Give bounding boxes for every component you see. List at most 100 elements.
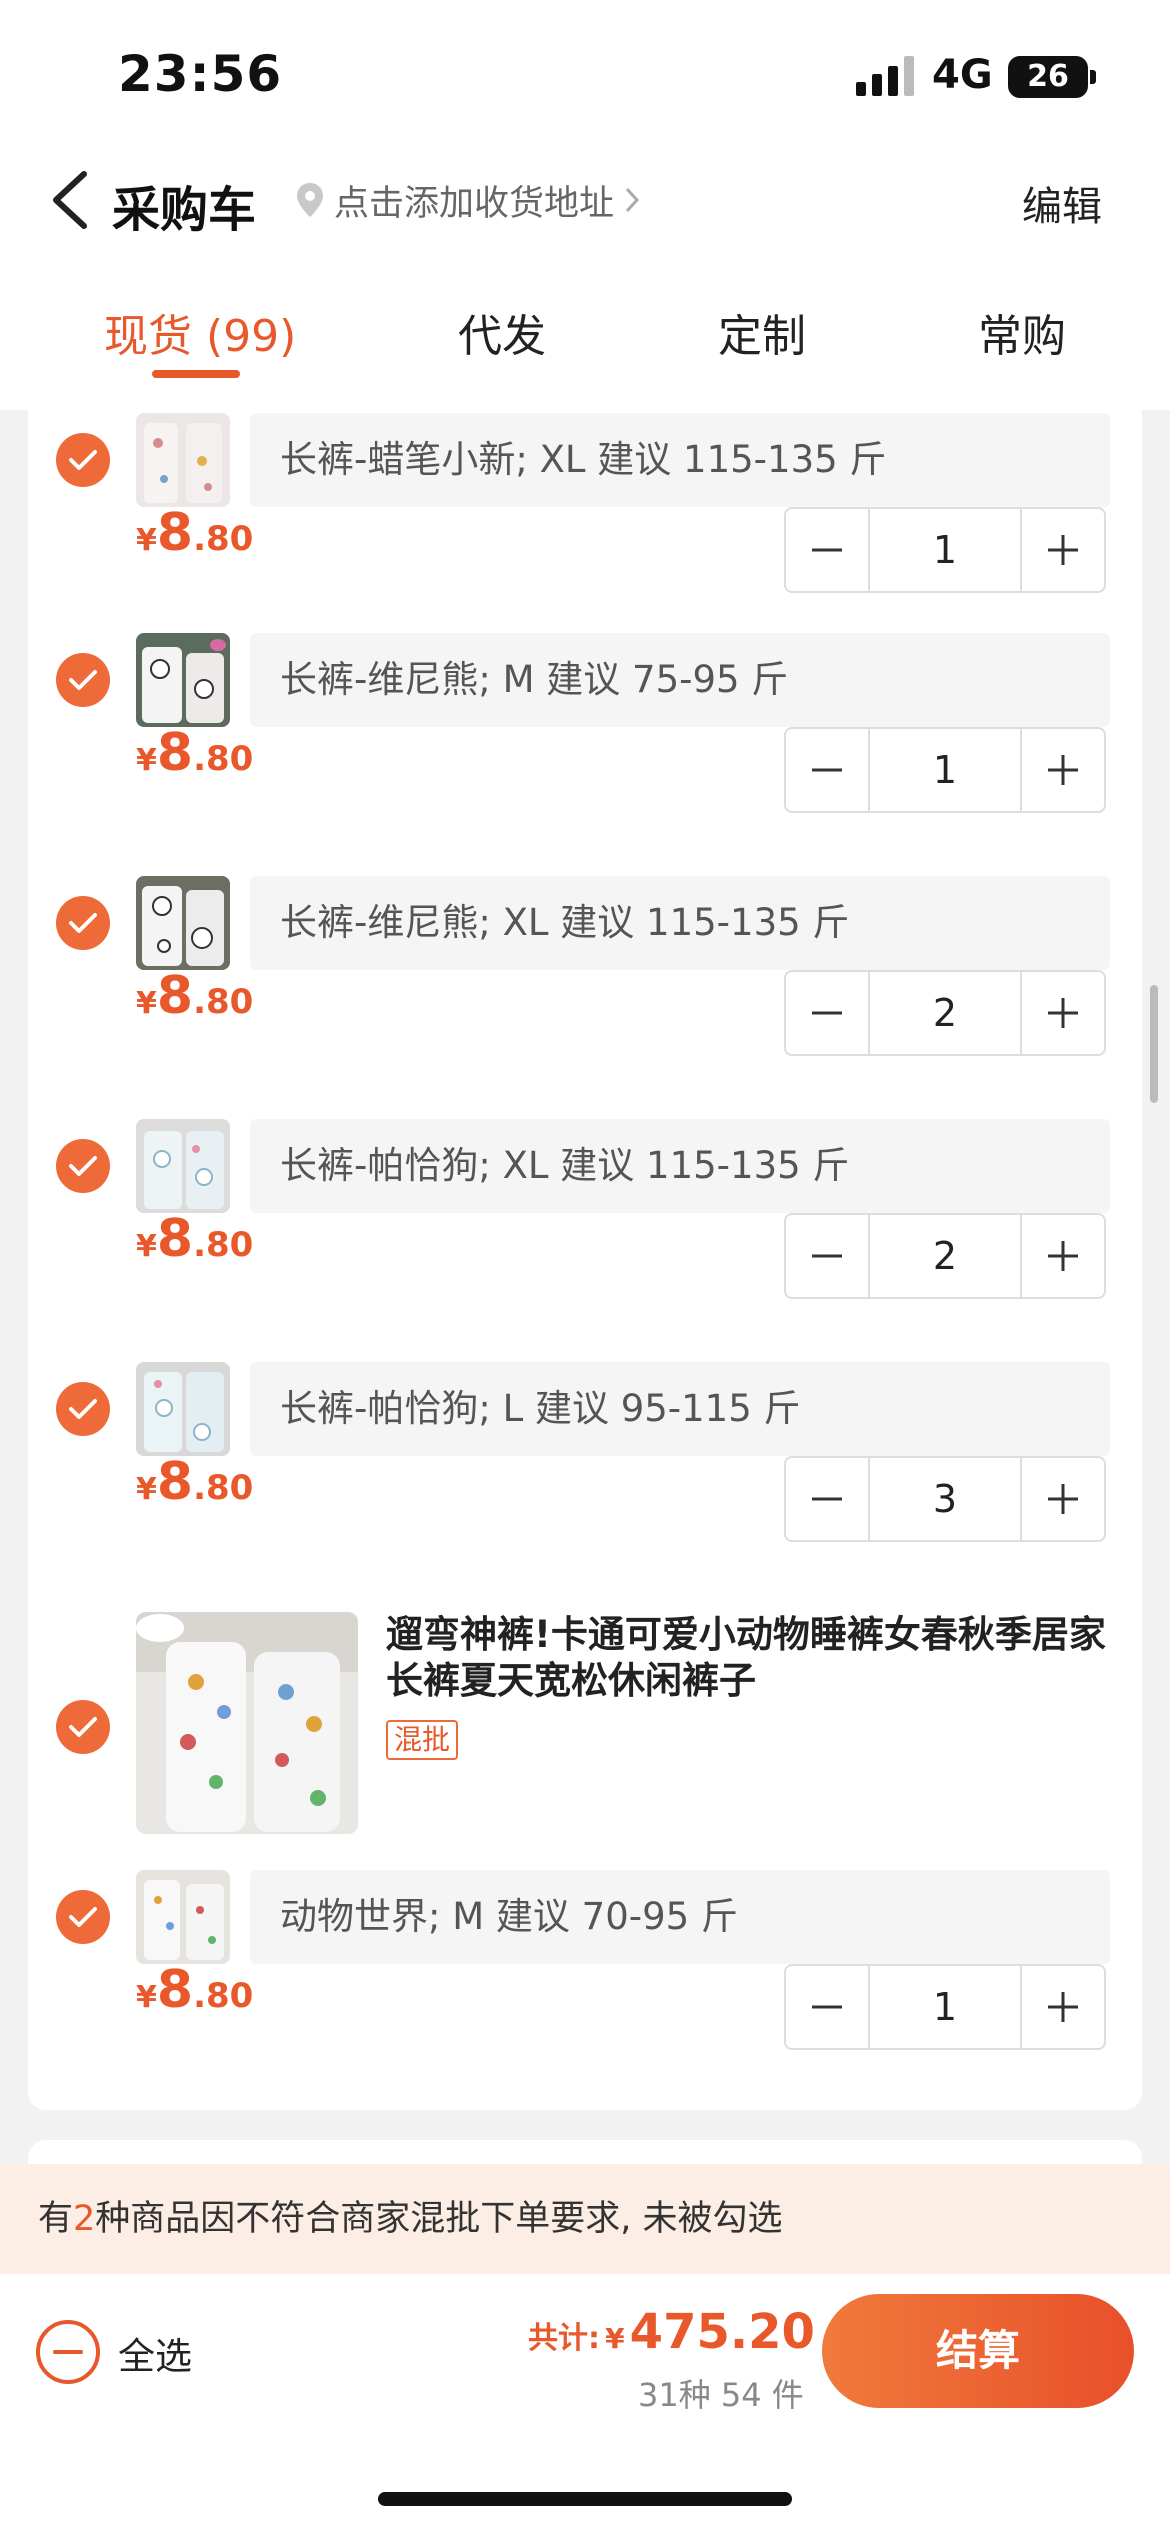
status-time: 23:56	[118, 45, 283, 103]
cart-item-row: 长裤-维尼熊; XL 建议 115-135 斤 ¥8.80 2	[28, 866, 1142, 1109]
plus-button[interactable]	[1022, 729, 1104, 811]
item-spec[interactable]: 长裤-蜡笔小新; XL 建议 115-135 斤	[250, 413, 1110, 507]
plus-icon	[1048, 1992, 1078, 2022]
tab-frequent[interactable]: 常购	[978, 300, 1066, 364]
item-spec[interactable]: 长裤-维尼熊; M 建议 75-95 斤	[250, 633, 1110, 727]
battery-tip	[1090, 70, 1096, 84]
minus-icon	[812, 768, 842, 772]
location-pin-icon	[297, 183, 323, 217]
mixed-batch-notice: 有2种商品因不符合商家混批下单要求, 未被勾选	[0, 2164, 1170, 2274]
item-spec[interactable]: 长裤-帕恰狗; XL 建议 115-135 斤	[250, 1119, 1110, 1213]
nav-bar: 采购车 点击添加收货地址 编辑	[0, 150, 1170, 250]
quantity-field[interactable]: 2	[868, 1215, 1022, 1297]
plus-icon	[1048, 535, 1078, 565]
notice-prefix: 有	[38, 2199, 74, 2239]
product-image[interactable]	[136, 1612, 358, 1834]
select-all-label[interactable]: 全选	[118, 2326, 192, 2380]
notice-text: 种商品因不符合商家混批下单要求, 未被勾选	[95, 2199, 783, 2239]
item-price: ¥8.80	[136, 723, 254, 783]
minus-icon	[812, 1497, 842, 1501]
minus-icon	[812, 1254, 842, 1258]
check-circle-icon[interactable]	[56, 433, 110, 487]
signal-icon	[856, 56, 916, 96]
product-title[interactable]: 遛弯神裤!卡通可爱小动物睡裤女春秋季居家长裤夏天宽松休闲裤子	[386, 1612, 1116, 1704]
chevron-right-icon	[625, 187, 640, 213]
address-selector[interactable]: 点击添加收货地址	[296, 180, 650, 224]
notice-count: 2	[73, 2199, 96, 2239]
tab-indicator	[152, 370, 240, 378]
edit-button[interactable]: 编辑	[1022, 174, 1102, 232]
status-bar: 23:56 4G 26	[0, 0, 1170, 150]
minus-button[interactable]	[786, 972, 868, 1054]
item-thumbnail[interactable]	[136, 876, 230, 970]
check-circle-icon[interactable]	[56, 653, 110, 707]
plus-icon	[1048, 1241, 1078, 1271]
plus-button[interactable]	[1022, 1966, 1104, 2048]
quantity-field[interactable]: 1	[868, 1966, 1022, 2048]
tab-dropship[interactable]: 代发	[458, 300, 546, 364]
scrollbar[interactable]	[1150, 985, 1158, 1103]
quantity-field[interactable]: 1	[868, 509, 1022, 591]
quantity-stepper: 2	[784, 1213, 1106, 1299]
network-type: 4G	[932, 52, 993, 98]
quantity-stepper: 1	[784, 727, 1106, 813]
minus-button[interactable]	[786, 729, 868, 811]
cart-item-row: 长裤-帕恰狗; XL 建议 115-135 斤 ¥8.80 2	[28, 1109, 1142, 1352]
quantity-field[interactable]: 3	[868, 1458, 1022, 1540]
plus-icon	[1048, 755, 1078, 785]
tab-in-stock[interactable]: 现货 (99)	[104, 300, 296, 364]
select-all-checkbox[interactable]	[36, 2320, 100, 2384]
item-price: ¥8.80	[136, 966, 254, 1026]
check-circle-icon[interactable]	[56, 1382, 110, 1436]
minus-button[interactable]	[786, 1458, 868, 1540]
item-thumbnail[interactable]	[136, 1870, 230, 1964]
total-price: 共计: ¥ 475.20	[528, 2304, 815, 2360]
product-group: 遛弯神裤!卡通可爱小动物睡裤女春秋季居家长裤夏天宽松休闲裤子 混批	[28, 1600, 1142, 1860]
page-title: 采购车	[112, 182, 257, 238]
check-circle-icon[interactable]	[56, 1139, 110, 1193]
quantity-field[interactable]: 2	[868, 972, 1022, 1054]
item-spec[interactable]: 长裤-维尼熊; XL 建议 115-135 斤	[250, 876, 1110, 970]
item-thumbnail[interactable]	[136, 1119, 230, 1213]
plus-button[interactable]	[1022, 509, 1104, 591]
back-chevron-icon[interactable]	[44, 168, 104, 232]
check-circle-icon[interactable]	[56, 1890, 110, 1944]
minus-icon	[812, 1011, 842, 1015]
plus-button[interactable]	[1022, 1458, 1104, 1540]
plus-button[interactable]	[1022, 1215, 1104, 1297]
minus-button[interactable]	[786, 1966, 868, 2048]
cart-item-row: 长裤-维尼熊; M 建议 75-95 斤 ¥8.80 1	[28, 623, 1142, 866]
home-indicator[interactable]	[378, 2492, 792, 2506]
plus-icon	[1048, 1484, 1078, 1514]
cart-item-row: 长裤-帕恰狗; L 建议 95-115 斤 ¥8.80 3	[28, 1352, 1142, 1595]
item-thumbnail[interactable]	[136, 413, 230, 507]
quantity-stepper: 1	[784, 507, 1106, 593]
check-circle-icon[interactable]	[56, 1700, 110, 1754]
quantity-field[interactable]: 1	[868, 729, 1022, 811]
tab-bar: 现货 (99) 代发 定制 常购	[0, 250, 1170, 410]
item-spec[interactable]: 动物世界; M 建议 70-95 斤	[250, 1870, 1110, 1964]
item-thumbnail[interactable]	[136, 1362, 230, 1456]
item-price: ¥8.80	[136, 1960, 254, 2020]
minus-icon	[812, 548, 842, 552]
plus-icon	[1048, 998, 1078, 1028]
check-circle-icon[interactable]	[56, 896, 110, 950]
minus-button[interactable]	[786, 1215, 868, 1297]
minus-icon	[53, 2350, 83, 2354]
minus-button[interactable]	[786, 509, 868, 591]
address-prompt: 点击添加收货地址	[334, 183, 615, 224]
battery-icon: 26	[1008, 56, 1088, 98]
quantity-stepper: 2	[784, 970, 1106, 1056]
tab-custom[interactable]: 定制	[718, 300, 806, 364]
cart-item-row: 长裤-蜡笔小新; XL 建议 115-135 斤 ¥8.80 1	[28, 410, 1142, 623]
cart-item-row: 动物世界; M 建议 70-95 斤 ¥8.80 1	[28, 1860, 1142, 2103]
plus-button[interactable]	[1022, 972, 1104, 1054]
item-thumbnail[interactable]	[136, 633, 230, 727]
checkout-button[interactable]: 结算	[822, 2294, 1134, 2408]
quantity-stepper: 1	[784, 1964, 1106, 2050]
quantity-stepper: 3	[784, 1456, 1106, 1542]
mixed-batch-tag: 混批	[386, 1720, 459, 1760]
item-price: ¥8.80	[136, 503, 254, 563]
cart-card: 长裤-蜡笔小新; XL 建议 115-135 斤 ¥8.80 1 长裤-维尼熊;…	[28, 410, 1142, 2110]
item-spec[interactable]: 长裤-帕恰狗; L 建议 95-115 斤	[250, 1362, 1110, 1456]
